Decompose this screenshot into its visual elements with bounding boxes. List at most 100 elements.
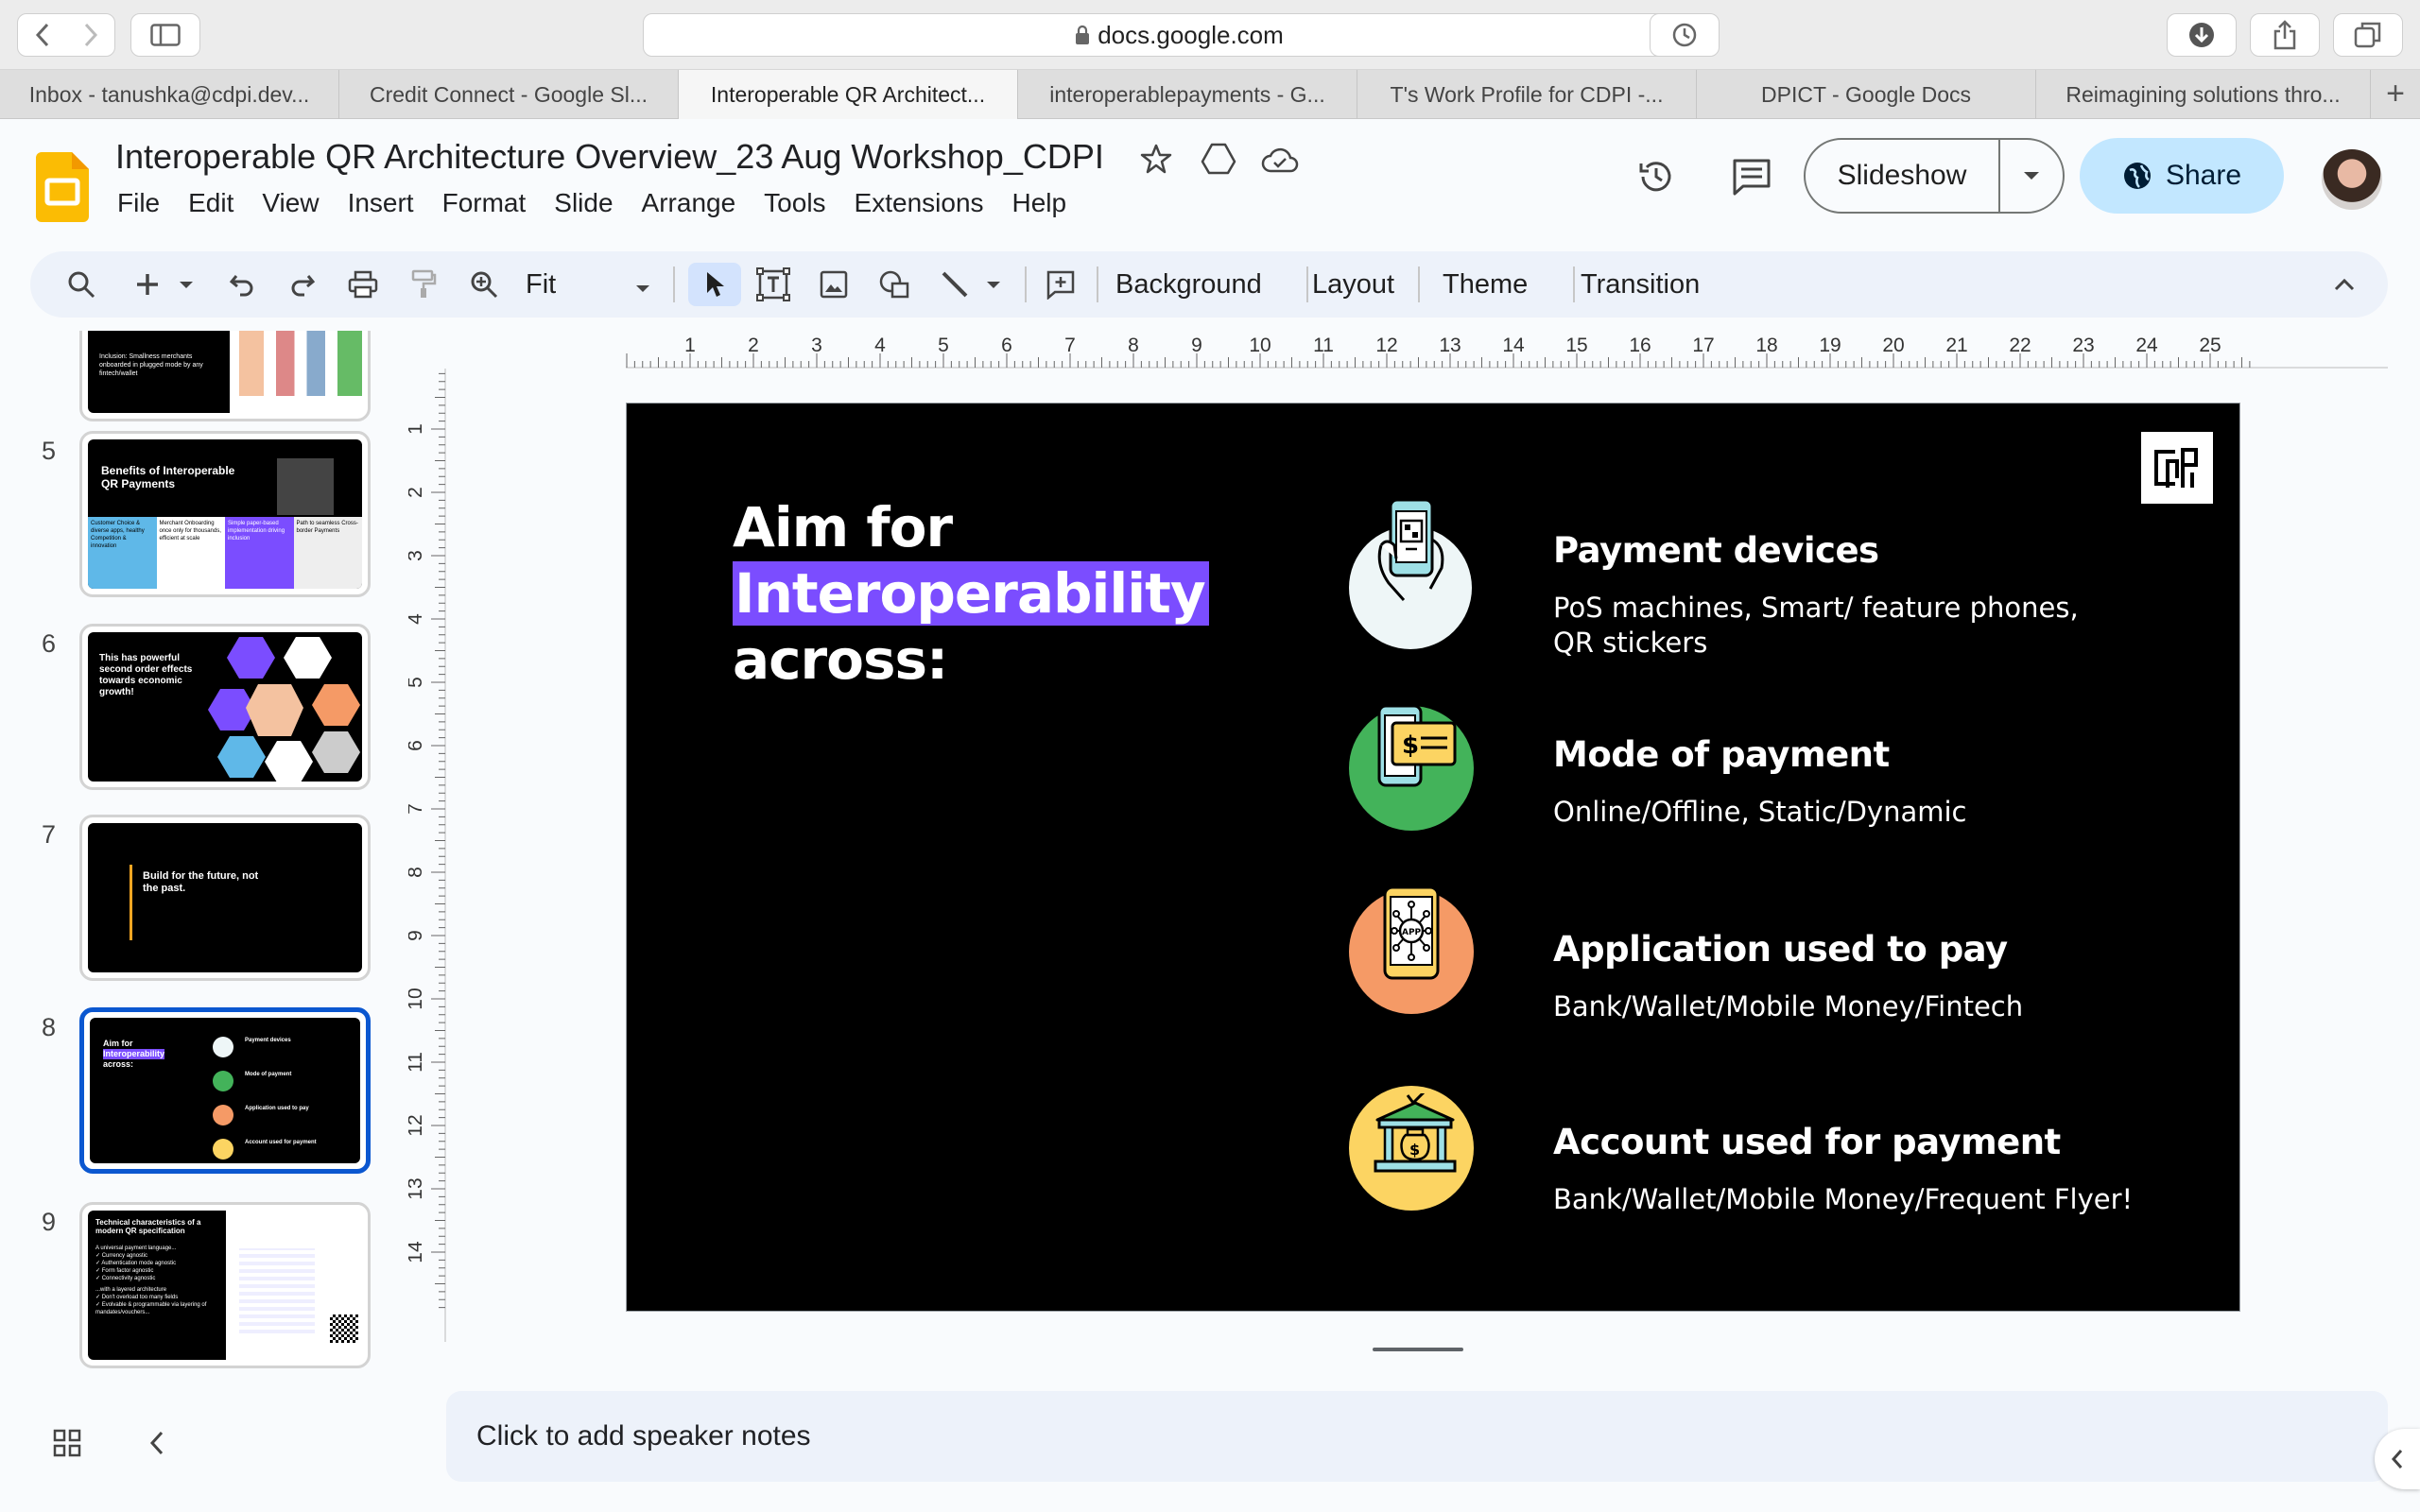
description-line: QR stickers [1553,627,1708,659]
print-icon[interactable] [340,263,386,306]
new-slide-icon[interactable] [125,263,170,306]
line-icon[interactable] [932,263,977,306]
bank-icon: $ [1370,1090,1461,1179]
back-icon[interactable] [18,22,66,48]
menu-view[interactable]: View [262,188,319,218]
new-tab-button[interactable]: + [2371,70,2420,118]
menu-tools[interactable]: Tools [764,188,825,218]
redo-icon[interactable] [280,263,325,306]
ruler-label: 10 [1249,335,1270,356]
share-sheet-icon[interactable] [2250,13,2320,57]
vertical-ruler[interactable]: 1234567891011121314 [408,369,446,1342]
slide-canvas[interactable]: Aim for Interoperability across: Payment… [626,403,2240,1312]
text-box-icon[interactable] [751,263,796,306]
browser-toolbar: docs.google.com [0,0,2420,70]
svg-text:APP: APP [1402,928,1422,937]
application-title[interactable]: Application used to pay [1553,929,2008,970]
slides-logo-icon[interactable] [36,152,89,227]
ruler-label: 3 [408,550,426,561]
tab-inbox[interactable]: Inbox - tanushka@cdpi.dev... [0,70,339,119]
zoom-select[interactable]: Fit [522,263,654,306]
slide-thumbnail-8[interactable]: Aim for Interoperability across: Payment… [79,1007,371,1174]
background-button[interactable]: Background [1115,263,1262,306]
tab-dpict[interactable]: DPICT - Google Docs [1697,70,2036,119]
thumb-code-block [239,1248,315,1333]
history-icon[interactable] [1650,13,1720,57]
tab-work-profile[interactable]: T's Work Profile for CDPI -... [1357,70,1697,119]
payment-devices-title[interactable]: Payment devices [1553,530,1879,571]
cloud-status-icon[interactable] [1261,146,1299,178]
tab-overview-icon[interactable] [2333,13,2403,57]
menu-extensions[interactable]: Extensions [855,188,984,218]
thumb-icon [213,1105,233,1125]
select-cursor-icon[interactable] [688,263,741,306]
search-menus-icon[interactable] [59,263,104,306]
account-title[interactable]: Account used for payment [1553,1122,2061,1162]
menu-arrange[interactable]: Arrange [642,188,736,218]
sidebar-toggle-icon[interactable] [130,13,200,57]
paint-format-icon[interactable] [401,263,446,306]
payment-devices-description[interactable]: PoS machines, Smart/ feature phones, QR … [1553,591,2079,661]
ruler-label: 12 [1375,335,1397,356]
avatar[interactable] [2322,149,2382,210]
thumb-icon [213,1139,233,1160]
speaker-notes[interactable]: Click to add speaker notes [446,1391,2388,1482]
add-comment-icon[interactable] [1038,263,1083,306]
slide-heading[interactable]: Aim for Interoperability across: [733,494,1209,693]
slide-thumbnail-7[interactable]: Build for the future, not the past. [79,815,371,981]
forward-icon[interactable] [66,22,114,48]
document-title[interactable]: Interoperable QR Architecture Overview_2… [115,137,1104,177]
app-network-icon: APP [1381,885,1442,985]
comments-icon[interactable] [1732,158,1772,200]
zoom-icon[interactable] [461,263,507,306]
shape-icon[interactable] [872,263,917,306]
tab-interoperable-qr[interactable]: Interoperable QR Architect... [679,70,1018,119]
theme-button[interactable]: Theme [1443,263,1528,306]
toolbar-divider [1573,266,1575,302]
slide-thumbnail-6[interactable]: This has powerful second order effects t… [79,624,371,790]
account-description[interactable]: Bank/Wallet/Mobile Money/Frequent Flyer! [1553,1182,2133,1217]
insert-image-icon[interactable] [811,263,856,306]
collapse-toolbar-icon[interactable] [2322,263,2367,306]
slide-thumbnail-9[interactable]: Technical characteristics of a modern QR… [79,1202,371,1368]
share-button[interactable]: Share [2080,138,2284,214]
new-slide-layout-chevron-icon[interactable] [172,263,200,306]
thumb-text: Build for the future, not the past. [143,870,259,894]
star-icon[interactable] [1140,143,1172,180]
undo-icon[interactable] [219,263,265,306]
menu-slide[interactable]: Slide [554,188,613,218]
mode-of-payment-title[interactable]: Mode of payment [1553,734,1890,775]
horizontal-ruler[interactable]: 1 2 3 4 5 6 7 8 9 10 11 12 13 14 15 16 17 18 19 20 21 22 23 24 2… [626,333,2388,369]
collapse-filmstrip-icon[interactable] [149,1431,164,1460]
thumb-row-title: Payment devices [245,1038,291,1043]
transition-button[interactable]: Transition [1581,263,1700,306]
slideshow-options-chevron-icon[interactable] [2000,171,2063,180]
grid-view-icon[interactable] [53,1429,81,1462]
url-text: docs.google.com [1098,20,1284,49]
menu-format[interactable]: Format [442,188,527,218]
version-history-icon[interactable] [1635,156,1677,202]
download-icon[interactable] [2167,13,2237,57]
line-chevron-icon[interactable] [979,263,1008,306]
menu-edit[interactable]: Edit [188,188,233,218]
tab-interoperablepayments[interactable]: interoperablepayments - G... [1018,70,1357,119]
application-description[interactable]: Bank/Wallet/Mobile Money/Fintech [1553,989,2023,1024]
menu-file[interactable]: File [117,188,160,218]
mode-of-payment-description[interactable]: Online/Offline, Static/Dynamic [1553,795,1966,830]
tab-reimagining[interactable]: Reimagining solutions thro... [2036,70,2371,119]
tab-credit-connect[interactable]: Credit Connect - Google Sl... [339,70,679,119]
ruler-label: 25 [2199,335,2221,356]
thumb-col: Simple paper-based implementation drivin… [225,517,294,589]
notes-resize-handle[interactable] [1373,1348,1463,1351]
layout-button[interactable]: Layout [1312,263,1394,306]
slide-thumbnail-4[interactable]: Inclusion: Smallness merchants onboarded… [79,331,371,421]
lock-icon [1075,25,1090,45]
menu-help[interactable]: Help [1012,188,1067,218]
move-to-drive-icon[interactable] [1201,143,1236,180]
cdpi-logo [2141,432,2213,504]
slide-thumbnail-5[interactable]: Benefits of Interoperable QR Payments Cu… [79,431,371,597]
address-bar[interactable]: docs.google.com [643,13,1716,57]
slideshow-button[interactable]: Slideshow [1806,160,1998,192]
heading-highlight: Interoperability [733,561,1209,626]
menu-insert[interactable]: Insert [348,188,414,218]
